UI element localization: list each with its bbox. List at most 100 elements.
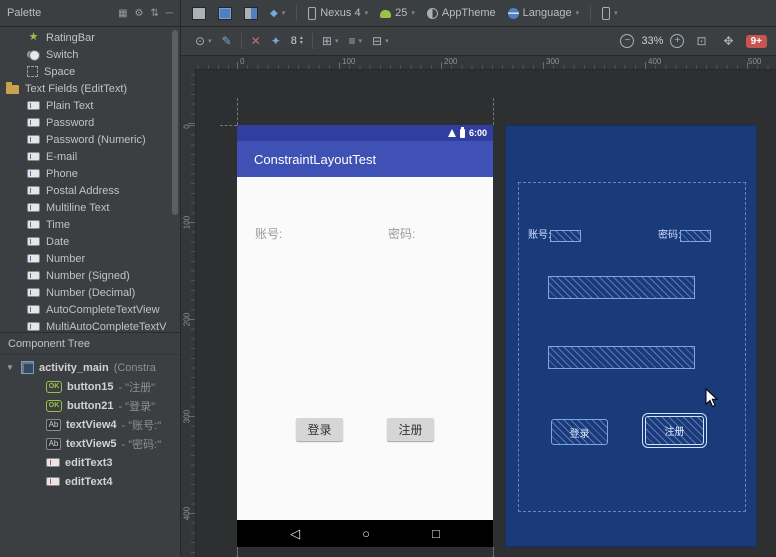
tree-item-textview4[interactable]: Ab textView4 - "账号:" — [0, 415, 180, 434]
expand-arrow-icon[interactable]: ▼ — [6, 363, 16, 372]
palette-item-label: Space — [44, 65, 76, 78]
sort-icon[interactable]: ⇅ — [151, 8, 159, 19]
guideline-button[interactable]: ⊟ ▾ — [367, 31, 394, 52]
palette-category-textfields[interactable]: Text Fields (EditText) — [0, 80, 180, 97]
palette-item-time[interactable]: Time — [0, 216, 180, 233]
language-selector[interactable]: Language ▾ — [503, 3, 584, 24]
status-bar: 6:00 — [237, 125, 493, 141]
tree-item-textview5[interactable]: Ab textView5 - "密码:" — [0, 434, 180, 453]
palette-item-multiline-text[interactable]: Multiline Text — [0, 199, 180, 216]
ruler-mark: 200 — [182, 312, 192, 327]
clear-constraints-button[interactable]: ✕ — [246, 31, 266, 52]
palette-category-label: Text Fields (EditText) — [25, 82, 128, 95]
tree-item-suffix: - "登录" — [118, 400, 155, 413]
chevron-down-icon: ▾ — [614, 10, 618, 17]
account-label[interactable]: 账号: — [255, 225, 282, 242]
error-count-badge[interactable]: 9+ — [745, 34, 767, 48]
ruler-mark: 200 — [444, 57, 458, 66]
infer-constraints-button[interactable]: ✦ — [266, 31, 286, 52]
palette-item-space[interactable]: Space — [0, 63, 180, 80]
palette-item-number-signed[interactable]: Number (Signed) — [0, 267, 180, 284]
blueprint-password-box[interactable] — [680, 230, 711, 242]
api-level-selector[interactable]: 25 ▾ — [375, 3, 420, 24]
palette-item-password-numeric[interactable]: Password (Numeric) — [0, 131, 180, 148]
pan-button[interactable]: ✥ — [719, 31, 739, 52]
blueprint-register-button[interactable]: 注册 — [642, 413, 707, 448]
design-surface-button[interactable]: ✎ — [217, 31, 237, 52]
default-margin-button[interactable]: 8 ▴ ▾ — [286, 31, 308, 52]
palette-item-postal-address[interactable]: Postal Address — [0, 182, 180, 199]
palette-item-switch[interactable]: Switch — [0, 46, 180, 63]
palette-scrollbar[interactable] — [172, 30, 178, 215]
view-blueprint-button[interactable] — [213, 3, 237, 24]
palette-item-number[interactable]: Number — [0, 250, 180, 267]
tree-item-button15[interactable]: OK button15 - "注册" — [0, 377, 180, 396]
palette-item-ratingbar[interactable]: ★ RatingBar — [0, 29, 180, 46]
horizontal-ruler: 0 100 200 300 400 500 — [196, 56, 776, 70]
textfield-icon — [27, 288, 40, 297]
api-level: 25 — [395, 7, 408, 19]
blueprint-edittext3[interactable] — [548, 276, 695, 299]
zoom-out-button[interactable]: − — [620, 34, 635, 48]
blueprint-login-button[interactable]: 登录 — [551, 419, 608, 445]
tree-item-edittext3[interactable]: editText3 — [0, 453, 180, 472]
blueprint-account-box[interactable] — [550, 230, 581, 242]
zoom-to-fit-button[interactable]: ⊡ — [691, 31, 711, 52]
toolbar-divider — [590, 5, 592, 21]
password-label[interactable]: 密码: — [388, 225, 415, 242]
gear-icon[interactable]: ⚙ — [135, 8, 144, 19]
view-options-button[interactable]: ⊙ ▾ — [190, 31, 217, 52]
chevron-down-icon: ▾ — [364, 10, 369, 17]
design-view[interactable]: 6:00 ConstraintLayoutTest 账号: 密码: 登录 注册 … — [237, 125, 493, 547]
device-selector[interactable]: Nexus 4 ▾ — [303, 3, 373, 24]
chevron-down-icon: ▾ — [334, 38, 339, 45]
textfield-icon — [27, 101, 40, 110]
device-orientation-button[interactable]: ▾ — [597, 3, 623, 24]
align-button[interactable]: ≡ ▾ — [343, 31, 367, 52]
login-button[interactable]: 登录 — [296, 418, 343, 441]
chevron-down-icon: ▾ — [385, 38, 389, 45]
minimize-panel-icon[interactable]: ─ — [166, 8, 173, 19]
palette-item-label: Plain Text — [46, 99, 94, 112]
palette-item-autocompletetextview[interactable]: AutoCompleteTextView — [0, 301, 180, 318]
zoom-out-icon: − — [624, 35, 631, 46]
design-canvas[interactable]: 6:00 ConstraintLayoutTest 账号: 密码: 登录 注册 … — [196, 70, 776, 557]
chevron-down-icon: ▾ — [411, 10, 415, 17]
zoom-in-button[interactable]: + — [670, 34, 685, 48]
pack-button[interactable]: ⊞ ▾ — [317, 31, 344, 52]
ruler-mark: 300 — [182, 409, 192, 424]
component-tree-title: Component Tree — [0, 333, 180, 355]
palette-item-plain-text[interactable]: Plain Text — [0, 97, 180, 114]
palette-item-number-decimal[interactable]: Number (Decimal) — [0, 284, 180, 301]
tree-item-activity-main[interactable]: ▼ activity_main (Constra — [0, 358, 180, 377]
recents-nav-icon: □ — [432, 526, 440, 541]
palette-view-mode-icon[interactable]: ▦ — [118, 8, 127, 19]
theme-selector[interactable]: AppTheme — [422, 3, 501, 24]
blueprint-edittext4[interactable] — [548, 346, 695, 369]
palette-item-multiautocompletetextview[interactable]: MultiAutoCompleteTextV — [0, 318, 180, 332]
layout-variant-button[interactable]: ◆ ▾ — [265, 3, 290, 24]
ruler-mark: 500 — [748, 57, 762, 66]
blueprint-account-label[interactable]: 账号: — [528, 230, 551, 242]
ruler-corner — [181, 56, 196, 70]
palette-item-email[interactable]: E-mail — [0, 148, 180, 165]
palette-item-password[interactable]: Password — [0, 114, 180, 131]
tree-item-edittext4[interactable]: editText4 — [0, 472, 180, 491]
view-both-button[interactable] — [239, 3, 263, 24]
view-design-button[interactable] — [187, 3, 211, 24]
language-label: Language — [522, 7, 572, 19]
blueprint-password-label[interactable]: 密码: — [658, 230, 681, 242]
register-button[interactable]: 注册 — [387, 418, 434, 441]
margin-stepper[interactable]: ▴ ▾ — [300, 35, 303, 46]
ruler-mark: 300 — [546, 57, 560, 66]
magic-wand-icon: ✦ — [270, 34, 281, 48]
palette-item-phone[interactable]: Phone — [0, 165, 180, 182]
palette-panel-header: Palette ▦ ⚙ ⇅ ─ — [0, 0, 181, 26]
tree-item-button21[interactable]: OK button21 - "登录" — [0, 396, 180, 415]
design-content: 账号: 密码: 登录 注册 — [237, 177, 493, 520]
theme-icon — [426, 7, 438, 19]
theme-name: AppTheme — [441, 7, 496, 19]
zoom-level: 33% — [641, 35, 664, 47]
palette-item-date[interactable]: Date — [0, 233, 180, 250]
blueprint-view[interactable]: 账号: 密码: 登录 注册 — [505, 125, 757, 547]
